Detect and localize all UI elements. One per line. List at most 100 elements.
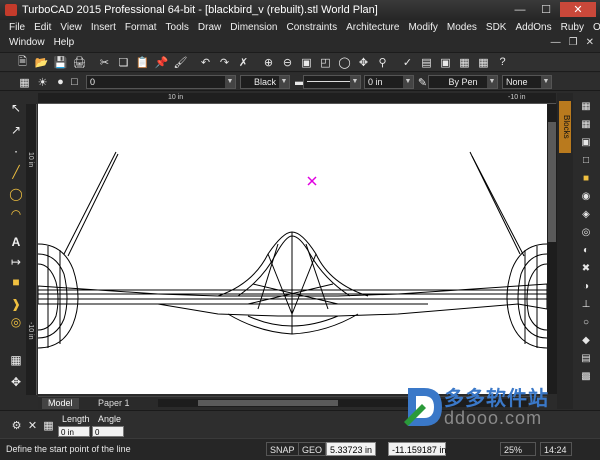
pan-icon[interactable]: ✥ (355, 54, 372, 70)
save-icon[interactable]: 💾 (52, 54, 69, 70)
layer-select[interactable]: 0 ▼ (86, 75, 236, 89)
render-icon[interactable]: ▣ (437, 54, 454, 70)
maximize-icon[interactable]: ☐ (534, 2, 558, 17)
vertical-scroll-thumb[interactable] (548, 122, 556, 242)
menu-options[interactable]: Options (590, 22, 600, 33)
menu-modes[interactable]: Modes (444, 22, 483, 33)
perpendicular-snap-icon[interactable]: ⊥ (578, 297, 594, 311)
tab-model[interactable]: Model (42, 398, 79, 409)
center-snap-icon[interactable]: ◎ (578, 225, 594, 239)
menu-modify[interactable]: Modify (405, 22, 443, 33)
zoom-window-icon[interactable]: ▣ (298, 54, 315, 70)
layer-color-swatch[interactable]: □ (66, 74, 83, 90)
menu-draw[interactable]: Draw (195, 22, 227, 33)
copy-icon[interactable]: ❏ (115, 54, 132, 70)
menu-view[interactable]: View (57, 22, 88, 33)
angle-field[interactable]: 0 (92, 426, 124, 437)
alignment-icon[interactable]: ▤ (578, 351, 594, 365)
menu-tools[interactable]: Tools (163, 22, 195, 33)
doc-minimize-icon[interactable]: — (551, 37, 561, 48)
snap-tool-icon[interactable]: ◎ (6, 313, 26, 331)
select-arrow-icon[interactable]: ↖ (6, 99, 26, 117)
intersection-snap-icon[interactable]: ✖ (578, 261, 594, 275)
menu-architecture[interactable]: Architecture (343, 22, 405, 33)
dimension-tool-icon[interactable]: ↦ (6, 253, 26, 271)
zoom-extents-icon[interactable]: ◰ (317, 54, 334, 70)
color-select[interactable]: Black ▼ (240, 75, 290, 89)
nearest-snap-icon[interactable]: ○ (578, 315, 594, 329)
zoom-in-icon[interactable]: ⊕ (260, 54, 277, 70)
minimize-icon[interactable]: — (508, 2, 532, 17)
point-icon[interactable]: ⋅ (6, 143, 26, 161)
menu-constraints[interactable]: Constraints (284, 22, 344, 33)
zoom-out-icon[interactable]: ⊖ (279, 54, 296, 70)
redo-icon[interactable]: ↷ (216, 54, 233, 70)
paste-icon[interactable]: 📋 (134, 54, 151, 70)
menu-ruby[interactable]: Ruby (558, 22, 590, 33)
snap-grid-icon[interactable]: ▦ (475, 54, 492, 70)
x-coordinate-field[interactable]: 5.33723 in (326, 442, 376, 456)
line-width-select[interactable]: 0 in ▼ (364, 75, 414, 89)
menu-edit[interactable]: Edit (31, 22, 57, 33)
properties-icon[interactable]: ▦ (456, 54, 473, 70)
undo-icon[interactable]: ↶ (197, 54, 214, 70)
grid-tool-icon[interactable]: ▦ (6, 351, 26, 369)
new-file-icon[interactable]: 🗎 (14, 54, 31, 70)
menu-file[interactable]: File (6, 22, 31, 33)
line-style-select[interactable]: ▼ (303, 75, 361, 89)
menu-sdk[interactable]: SDK (483, 22, 513, 33)
horizontal-scroll-thumb[interactable] (198, 400, 338, 406)
modify-tool-icon[interactable]: ❱ (6, 295, 26, 313)
layers-icon[interactable]: ▤ (418, 54, 435, 70)
close-icon[interactable]: ✕ (560, 2, 596, 17)
doc-close-icon[interactable]: ✕ (586, 37, 594, 48)
text-tool-icon[interactable]: A (6, 233, 26, 251)
cancel-icon[interactable]: ✕ (24, 417, 41, 433)
midpoint-snap-icon[interactable]: ◈ (578, 207, 594, 221)
tab-paper-1[interactable]: Paper 1 (92, 398, 136, 409)
blocks-panel-tab[interactable]: Blocks (559, 101, 571, 153)
drawing-canvas[interactable] (38, 104, 547, 394)
open-folder-icon[interactable]: 📂 (33, 54, 50, 70)
layer-visible-icon[interactable]: ☀ (34, 74, 51, 90)
edit-tool-icon[interactable]: ↗ (6, 121, 26, 139)
vertical-scrollbar[interactable] (547, 104, 557, 394)
length-field[interactable]: 0 in (58, 426, 90, 437)
magnet-icon[interactable]: ◉ (578, 189, 594, 203)
geo-toggle[interactable]: GEO (298, 442, 327, 456)
zoom-previous-icon[interactable]: ◯ (336, 54, 353, 70)
doc-restore-icon[interactable]: ❐ (569, 37, 578, 48)
fill-select[interactable]: None ▼ (502, 75, 552, 89)
arc-tool-icon[interactable]: ◠ (6, 205, 26, 223)
format-painter-icon[interactable]: 🖌 (172, 54, 189, 70)
menu-insert[interactable]: Insert (88, 22, 122, 33)
help-icon[interactable]: ? (494, 54, 511, 70)
quadrant-snap-icon[interactable]: ◐ (578, 243, 594, 257)
layer-snap-icon[interactable]: ■ (578, 171, 594, 185)
paste-special-icon[interactable]: 📌 (153, 54, 170, 70)
zoom-all-icon[interactable]: ⚲ (374, 54, 391, 70)
menu-format[interactable]: Format (122, 22, 163, 33)
insert-tool-icon[interactable]: ■ (6, 273, 26, 291)
menu-dimension[interactable]: Dimension (227, 22, 283, 33)
spell-check-icon[interactable]: ✓ (399, 54, 416, 70)
grid-icon[interactable]: ▦ (578, 117, 594, 131)
delete-icon[interactable]: ✗ (235, 54, 252, 70)
print-icon[interactable]: 🖨 (71, 54, 88, 70)
turbocad-app-icon[interactable] (5, 4, 17, 16)
tool-options-icon[interactable]: ⚙ (8, 417, 25, 433)
tangent-snap-icon[interactable]: ◑ (578, 279, 594, 293)
ortho-icon[interactable]: ▣ (578, 135, 594, 149)
circle-tool-icon[interactable]: ◯ (6, 185, 26, 203)
menu-help[interactable]: Help (51, 37, 81, 48)
menu-addons[interactable]: AddOns (512, 22, 557, 33)
pen-select[interactable]: By Pen ▼ (428, 75, 498, 89)
layer-manager-icon[interactable]: ▦ (16, 74, 33, 90)
drawing-aid-icon[interactable]: ◆ (578, 333, 594, 347)
snap-toggle[interactable]: SNAP (266, 442, 299, 456)
menu-window[interactable]: Window (6, 37, 51, 48)
properties-icon[interactable]: ▦ (40, 417, 57, 433)
y-coordinate-field[interactable]: -11.159187 in (388, 442, 446, 456)
snap-mode-icon[interactable]: ▦ (578, 99, 594, 113)
cut-icon[interactable]: ✂ (96, 54, 113, 70)
